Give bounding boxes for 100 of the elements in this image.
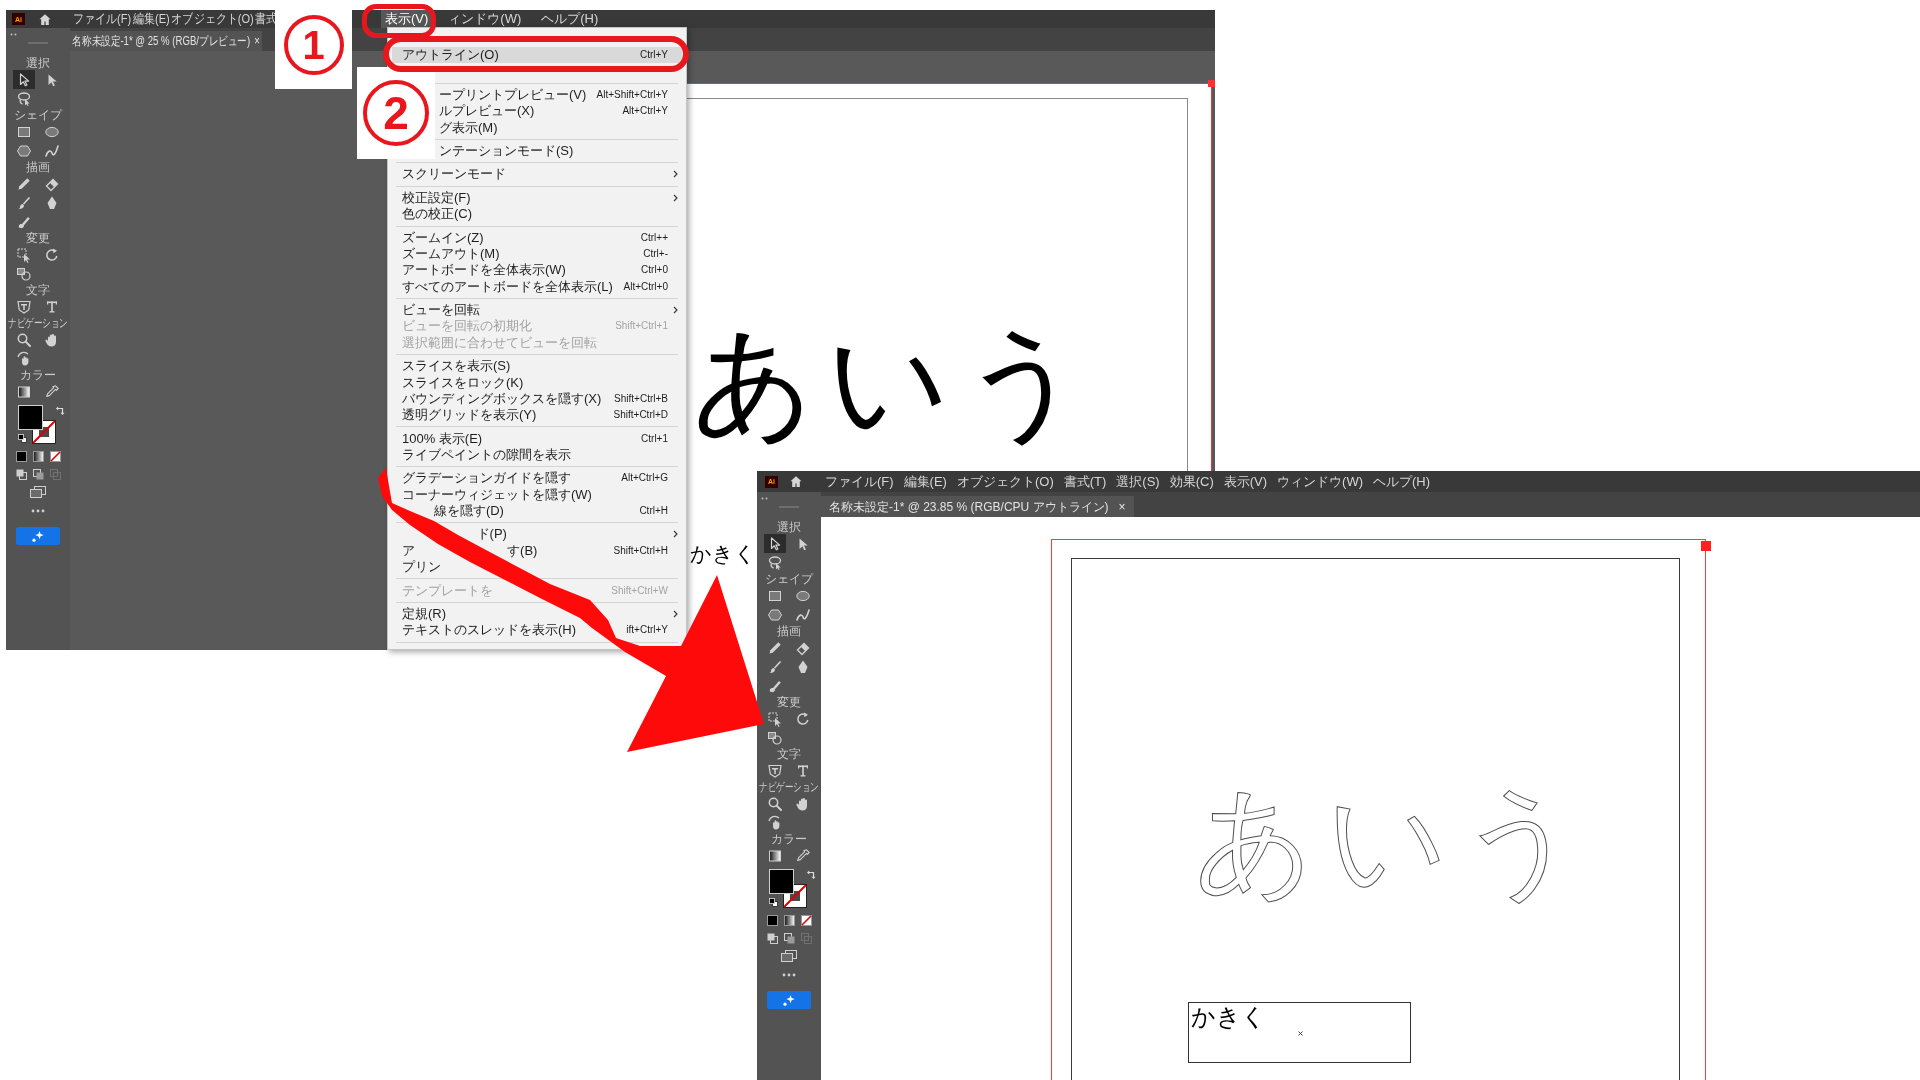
menu-item[interactable]: ド(P) (474, 526, 682, 543)
menu-item[interactable]: コーナーウィジェットを隠す(W) (392, 486, 682, 503)
fill-swatch-icon[interactable] (769, 869, 794, 894)
color-fill-icon[interactable] (15, 450, 27, 462)
no-fill-icon[interactable] (49, 450, 61, 462)
fill-swatch-icon[interactable] (18, 405, 43, 430)
swap-arrow-icon[interactable] (807, 870, 816, 879)
menu-bar-item[interactable]: ヘルプ(H) (537, 10, 603, 28)
screen-mode-icon[interactable] (781, 950, 797, 962)
menu-item[interactable]: 100% 表示(E) Ctrl+1 (392, 430, 682, 447)
menu-bar-item[interactable]: 効果(C) (1165, 471, 1218, 492)
shape-builder-icon[interactable] (16, 265, 32, 282)
lasso-icon[interactable] (16, 90, 32, 107)
eyedropper-icon[interactable] (44, 383, 60, 400)
menu-item[interactable]: ビューを回転 (392, 302, 682, 319)
collapse-dots-icon[interactable] (761, 497, 768, 500)
menu-bar-item[interactable]: 表示(V) (1219, 471, 1272, 492)
pointer-outline-icon[interactable] (13, 70, 35, 89)
menu-item[interactable]: アウトライン(O) Ctrl+Y (392, 47, 682, 64)
menu-item[interactable]: ライブペイントの隙間を表示 (392, 446, 682, 464)
menu-item[interactable]: テキストのスレッドを表示(H) ift+Ctrl+Y (392, 622, 682, 639)
close-button[interactable]: × (1118, 500, 1126, 513)
lasso-icon[interactable] (767, 554, 783, 571)
menu-item[interactable]: 色の校正(C) (392, 206, 682, 223)
document-tab[interactable]: 名称未設定-1* @ 23.85 % (RGB/CPU アウトライン) × (821, 496, 1134, 517)
home-icon[interactable] (790, 476, 802, 487)
menu-item[interactable]: アートボードを全体表示(W) Ctrl+0 (392, 262, 682, 279)
draw-behind-icon[interactable] (783, 932, 795, 944)
magnifier-icon[interactable] (767, 795, 783, 812)
menu-item[interactable]: スライスを表示(S) (392, 358, 682, 375)
menu-item[interactable]: ルプレビュー(X) Alt+Ctrl+Y (437, 103, 682, 120)
menu-item[interactable]: スライスをロック(K) (392, 374, 682, 391)
ellipsis-icon[interactable] (782, 973, 796, 977)
edit-toolbar-button[interactable] (767, 991, 811, 1009)
draw-normal-icon[interactable] (15, 468, 27, 480)
menu-item[interactable]: プリン (392, 558, 682, 576)
menu-bar-item[interactable]: 表示(V) (381, 10, 433, 28)
squiggle-icon[interactable] (795, 606, 811, 623)
menu-item[interactable]: ープリントプレビュー(V) Alt+Shift+Ctrl+Y (437, 86, 682, 104)
menu-item[interactable]: ズームアウト(M) Ctrl+- (392, 245, 682, 263)
menu-bar-item[interactable]: オブジェクト(O) (952, 471, 1058, 492)
gradient-swatch-icon[interactable] (16, 383, 32, 400)
menu-bar-item[interactable]: 編集(E) (899, 471, 951, 492)
menu-item[interactable]: スクリーンモード (392, 166, 682, 183)
pencil-icon[interactable] (767, 639, 783, 656)
transform-icon[interactable] (16, 246, 32, 263)
home-icon[interactable] (39, 13, 51, 25)
close-button[interactable]: × (254, 35, 260, 47)
squiggle-icon[interactable] (44, 142, 60, 159)
draw-normal-icon[interactable] (766, 932, 778, 944)
default-colors-icon[interactable] (769, 898, 778, 907)
menu-item[interactable]: ズームイン(Z) Ctrl++ (392, 229, 682, 246)
rotate-icon[interactable] (44, 246, 60, 263)
brush-icon[interactable] (767, 658, 783, 675)
no-fill-icon[interactable] (800, 914, 812, 926)
touch-type-icon[interactable] (767, 762, 783, 779)
screen-mode-icon[interactable] (30, 486, 46, 498)
menu-item[interactable]: グラデーションガイドを隠す Alt+Ctrl+G (392, 470, 682, 487)
menu-bar-item[interactable]: ファイル(F) (821, 471, 898, 492)
gradient-fill-icon[interactable] (783, 914, 795, 926)
menu-bar-item[interactable]: ウィンドウ(W) (1273, 471, 1367, 492)
menu-item[interactable]: ア す(B) Shift+Ctrl+H (392, 542, 682, 559)
transform-icon[interactable] (767, 710, 783, 727)
menu-item[interactable]: 線を隠す(D) Ctrl+H (431, 502, 682, 520)
menu-item[interactable]: グ表示(M) (437, 119, 682, 136)
default-colors-icon[interactable] (18, 434, 27, 443)
rotate-icon[interactable] (795, 710, 811, 727)
ellipsis-icon[interactable] (31, 509, 45, 513)
edit-toolbar-button[interactable] (16, 527, 60, 545)
gradient-fill-icon[interactable] (32, 450, 44, 462)
shape-builder-icon[interactable] (767, 729, 783, 746)
menu-item[interactable]: ンテーションモード(S) (437, 142, 682, 160)
menu-bar-item[interactable]: ヘルプ(H) (1369, 471, 1435, 492)
brush-icon[interactable] (16, 194, 32, 211)
menu-item[interactable]: バウンディングボックスを隠す(X) Shift+Ctrl+B (392, 390, 682, 407)
swap-arrow-icon[interactable] (56, 406, 65, 415)
collapse-dots-icon[interactable] (10, 33, 17, 36)
gradient-swatch-icon[interactable] (767, 847, 783, 864)
document-tab[interactable]: 名称未設定-1* @ 25 % (RGB/プレビュー) × (70, 31, 263, 51)
touch-type-icon[interactable] (16, 298, 32, 315)
menu-bar-item[interactable]: ィンドウ(W) (444, 10, 526, 28)
chevron-right-icon (673, 193, 678, 202)
draw-behind-icon[interactable] (32, 468, 44, 480)
menu-bar-item[interactable]: オブジェクト(O) (170, 10, 255, 28)
hexagon-icon[interactable] (16, 142, 32, 159)
color-fill-icon[interactable] (766, 914, 778, 926)
menu-item[interactable]: 定規(R) (392, 605, 682, 623)
magnifier-icon[interactable] (16, 331, 32, 348)
pencil-icon[interactable] (16, 175, 32, 192)
menu-item[interactable]: 校正設定(F) (392, 189, 682, 207)
eyedropper-icon[interactable] (795, 847, 811, 864)
menu-bar-item[interactable]: 書式(T) (1059, 471, 1111, 492)
menu-bar-item[interactable]: 編集(E) (132, 10, 171, 28)
menu-item[interactable]: 透明グリッドを表示(Y) Shift+Ctrl+D (392, 406, 682, 424)
menu-item[interactable]: すべてのアートボードを全体表示(L) Alt+Ctrl+0 (392, 278, 682, 295)
menu-bar-item[interactable]: 選択(S) (1112, 471, 1164, 492)
hexagon-icon[interactable] (767, 606, 783, 623)
pointer-outline-icon[interactable] (764, 534, 786, 553)
menu-bar-item[interactable]: ファイル(F) (72, 10, 132, 28)
chevron-right-icon (673, 170, 678, 179)
